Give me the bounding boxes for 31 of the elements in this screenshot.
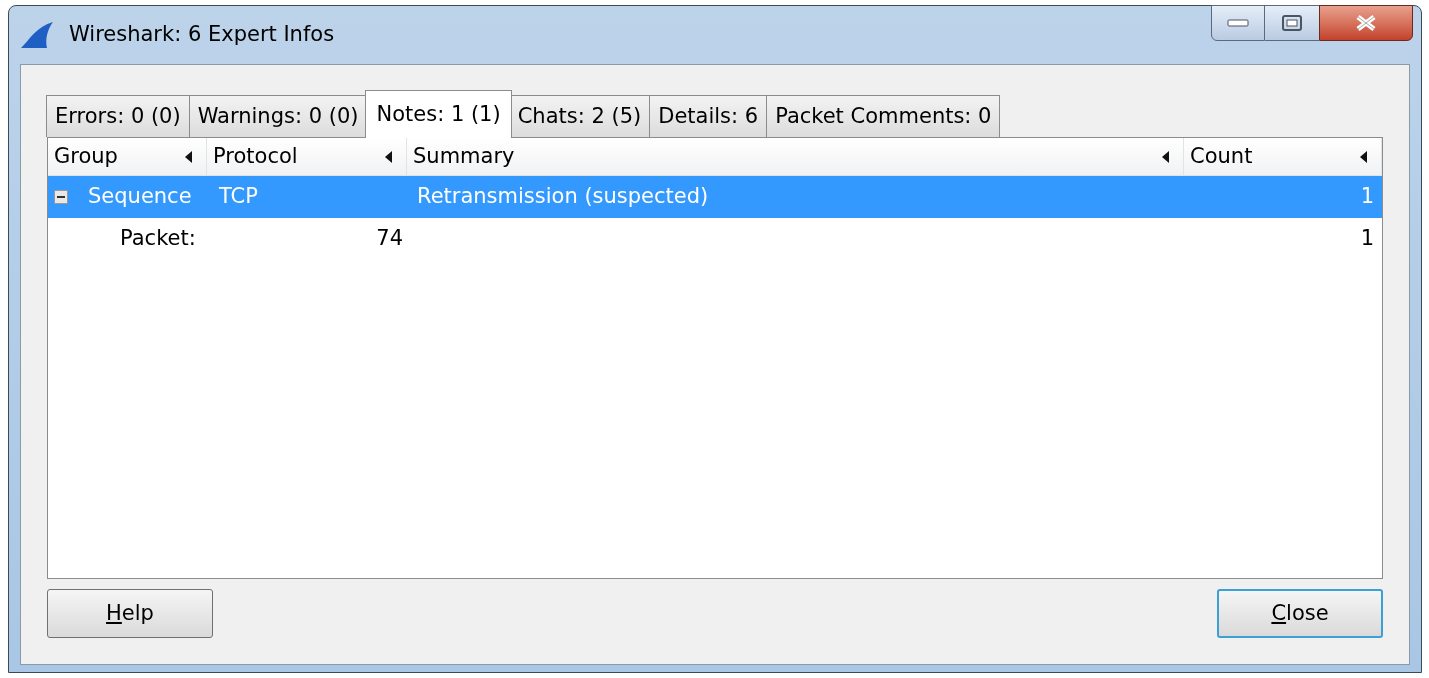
tab[interactable]: Errors: 0 (0) xyxy=(46,95,190,137)
table-cell-text: 74 xyxy=(376,225,403,253)
tab[interactable]: Notes: 1 (1) xyxy=(365,90,512,138)
sort-arrow-icon xyxy=(1162,150,1169,163)
minimize-button[interactable] xyxy=(1211,5,1265,41)
sort-arrow-icon xyxy=(185,150,192,163)
table-cell-text: 1 xyxy=(1360,225,1374,253)
collapse-icon[interactable] xyxy=(54,190,68,204)
maximize-icon xyxy=(1282,15,1302,31)
minimize-icon xyxy=(1227,19,1249,27)
tab[interactable]: Warnings: 0 (0) xyxy=(188,95,368,137)
sort-arrow-icon xyxy=(385,150,392,163)
dialog-button[interactable]: Close xyxy=(1217,589,1383,638)
window-title: Wireshark: 6 Expert Infos xyxy=(69,21,335,49)
column-header[interactable]: Summary xyxy=(413,140,515,173)
table-cell-text: Retransmission (suspected) xyxy=(417,183,709,211)
column-header[interactable]: Count xyxy=(1190,140,1253,173)
tab[interactable]: Packet Comments: 0 xyxy=(766,95,1001,137)
sort-arrow-icon xyxy=(1360,150,1367,163)
close-icon xyxy=(1355,14,1377,32)
table-cell-text: 1 xyxy=(1360,183,1374,211)
table-cell-text: TCP xyxy=(219,183,258,211)
column-header[interactable]: Protocol xyxy=(213,140,298,173)
maximize-button[interactable] xyxy=(1265,5,1319,41)
table-cell-text: Packet: xyxy=(120,225,196,253)
table-cell-text: Sequence xyxy=(88,183,192,211)
close-window-button[interactable] xyxy=(1319,5,1413,41)
shark-fin-icon xyxy=(19,20,55,50)
tab[interactable]: Details: 6 xyxy=(649,95,768,137)
dialog-button[interactable]: Help xyxy=(47,589,213,638)
column-header[interactable]: Group xyxy=(54,140,118,173)
